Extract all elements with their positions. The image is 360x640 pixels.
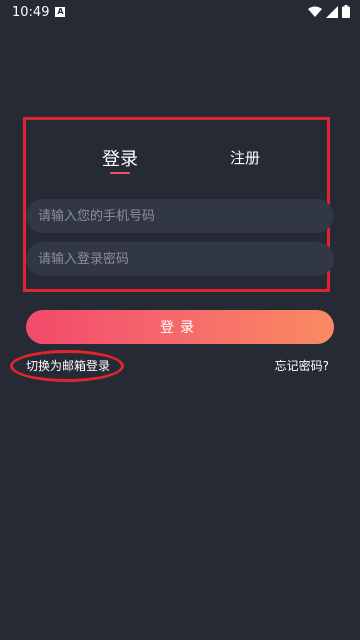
tab-register[interactable]: 注册: [225, 147, 265, 168]
notification-icon: A: [55, 7, 66, 17]
status-bar: 10:49 A: [0, 0, 360, 24]
forgot-password-link[interactable]: 忘记密码?: [275, 357, 329, 374]
tab-active-indicator: [110, 172, 130, 174]
wifi-icon: [308, 3, 322, 22]
switch-to-email-link[interactable]: 切换为邮箱登录: [26, 357, 110, 374]
status-right: [308, 3, 350, 22]
phone-field-container: [26, 199, 334, 233]
password-field-container: [26, 242, 334, 276]
status-time: 10:49: [12, 4, 50, 20]
tab-login[interactable]: 登录: [100, 145, 140, 171]
phone-input[interactable]: [26, 199, 334, 233]
password-input[interactable]: [26, 242, 334, 276]
login-button[interactable]: 登录: [26, 310, 334, 344]
login-screen: 10:49 A 登录 注册 登录 切换为邮箱登录 忘记密码?: [0, 0, 360, 640]
status-left: 10:49 A: [12, 4, 66, 20]
battery-icon: [342, 3, 350, 22]
signal-icon: [326, 3, 338, 22]
